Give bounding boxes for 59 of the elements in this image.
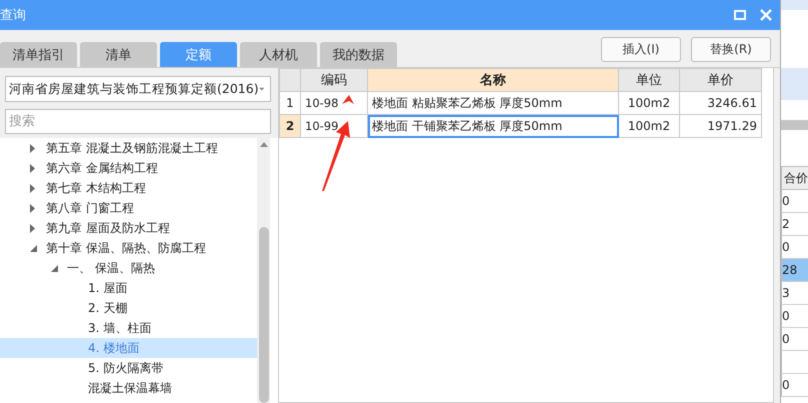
tab[interactable]: 人材机 bbox=[240, 42, 317, 67]
tab[interactable]: 清单指引 bbox=[0, 42, 77, 67]
tree-item[interactable]: 第九章 屋面及防水工程 bbox=[0, 218, 257, 238]
tree-item[interactable]: 一、 保温、隔热 bbox=[0, 258, 257, 278]
dropdown-value: 河南省房屋建筑与装饰工程预算定额(2016) bbox=[9, 80, 259, 98]
table-cell: 楼地面 粘贴聚苯乙烯板 厚度50mm bbox=[368, 92, 618, 114]
tree-item[interactable]: 5. 防火隔离带 bbox=[0, 358, 257, 378]
tree-item[interactable]: 第五章 混凝土及钢筋混凝土工程 bbox=[0, 138, 257, 158]
search-field[interactable]: 搜索 bbox=[5, 109, 271, 134]
column-header[interactable]: 单位 bbox=[618, 68, 680, 92]
action-button[interactable]: 插入(I) bbox=[601, 37, 681, 62]
scrollbar[interactable] bbox=[781, 120, 808, 130]
table-cell: 楼地面 干铺聚苯乙烯板 厚度50mm bbox=[368, 114, 618, 138]
collapsed-icon[interactable] bbox=[30, 144, 35, 152]
scroll-up-icon[interactable] bbox=[260, 142, 268, 147]
row-highlight bbox=[781, 68, 808, 100]
table-cell: 1971.29 bbox=[680, 114, 762, 138]
library-dropdown[interactable]: 河南省房屋建筑与装饰工程预算定额(2016) bbox=[5, 76, 271, 102]
tree-item[interactable]: 混凝土保温幕墙 bbox=[0, 378, 257, 398]
table-cell: 100m2 bbox=[618, 114, 680, 138]
caret-icon bbox=[258, 86, 264, 92]
tab[interactable]: 清单 bbox=[80, 42, 157, 67]
row-number: 2 bbox=[280, 114, 300, 138]
tree-item[interactable]: 第七章 木结构工程 bbox=[0, 178, 257, 198]
column-header: 合价 bbox=[781, 166, 808, 190]
scroll-thumb[interactable] bbox=[258, 227, 268, 403]
close-icon[interactable] bbox=[760, 9, 772, 21]
table-cell: 0 bbox=[781, 190, 808, 213]
collapsed-icon[interactable] bbox=[30, 184, 35, 192]
table-cell: 3246.61 bbox=[680, 92, 762, 114]
table-cell: 3 bbox=[781, 282, 808, 305]
table-cell: 0 bbox=[781, 328, 808, 351]
tree-item[interactable]: 3. 墙、柱面 bbox=[0, 318, 257, 338]
maximize-icon[interactable] bbox=[734, 10, 746, 20]
arrow-annotation bbox=[342, 95, 354, 104]
row-number: 1 bbox=[280, 92, 300, 114]
expanded-icon[interactable] bbox=[30, 244, 37, 252]
row-highlight bbox=[781, 0, 808, 10]
column-header[interactable]: 编码 bbox=[300, 68, 368, 92]
tree-item[interactable]: 第八章 门窗工程 bbox=[0, 198, 257, 218]
table-cell: 0 bbox=[781, 374, 808, 397]
column-header[interactable]: 名称 bbox=[368, 68, 618, 92]
action-button[interactable]: 替换(R) bbox=[691, 37, 771, 62]
expanded-icon[interactable] bbox=[51, 264, 58, 272]
tree-item[interactable]: 2. 天棚 bbox=[0, 298, 257, 318]
table-cell: 2 bbox=[781, 213, 808, 236]
window-title: 查询 bbox=[0, 7, 26, 24]
collapsed-icon[interactable] bbox=[30, 224, 35, 232]
tree-item[interactable]: 第六章 金属结构工程 bbox=[0, 158, 257, 178]
scrollbar[interactable] bbox=[257, 138, 270, 403]
tree-item[interactable]: 1. 屋面 bbox=[0, 278, 257, 298]
table-cell: 0 bbox=[781, 305, 808, 328]
tab[interactable]: 我的数据 bbox=[320, 42, 397, 67]
table-cell: 28 bbox=[781, 259, 808, 282]
collapsed-icon[interactable] bbox=[30, 164, 35, 172]
column-header[interactable]: 单价 bbox=[680, 68, 762, 92]
collapsed-icon[interactable] bbox=[30, 204, 35, 212]
tree-item[interactable]: 第十章 保温、隔热、防腐工程 bbox=[0, 238, 257, 258]
table-cell: 100m2 bbox=[618, 92, 680, 114]
